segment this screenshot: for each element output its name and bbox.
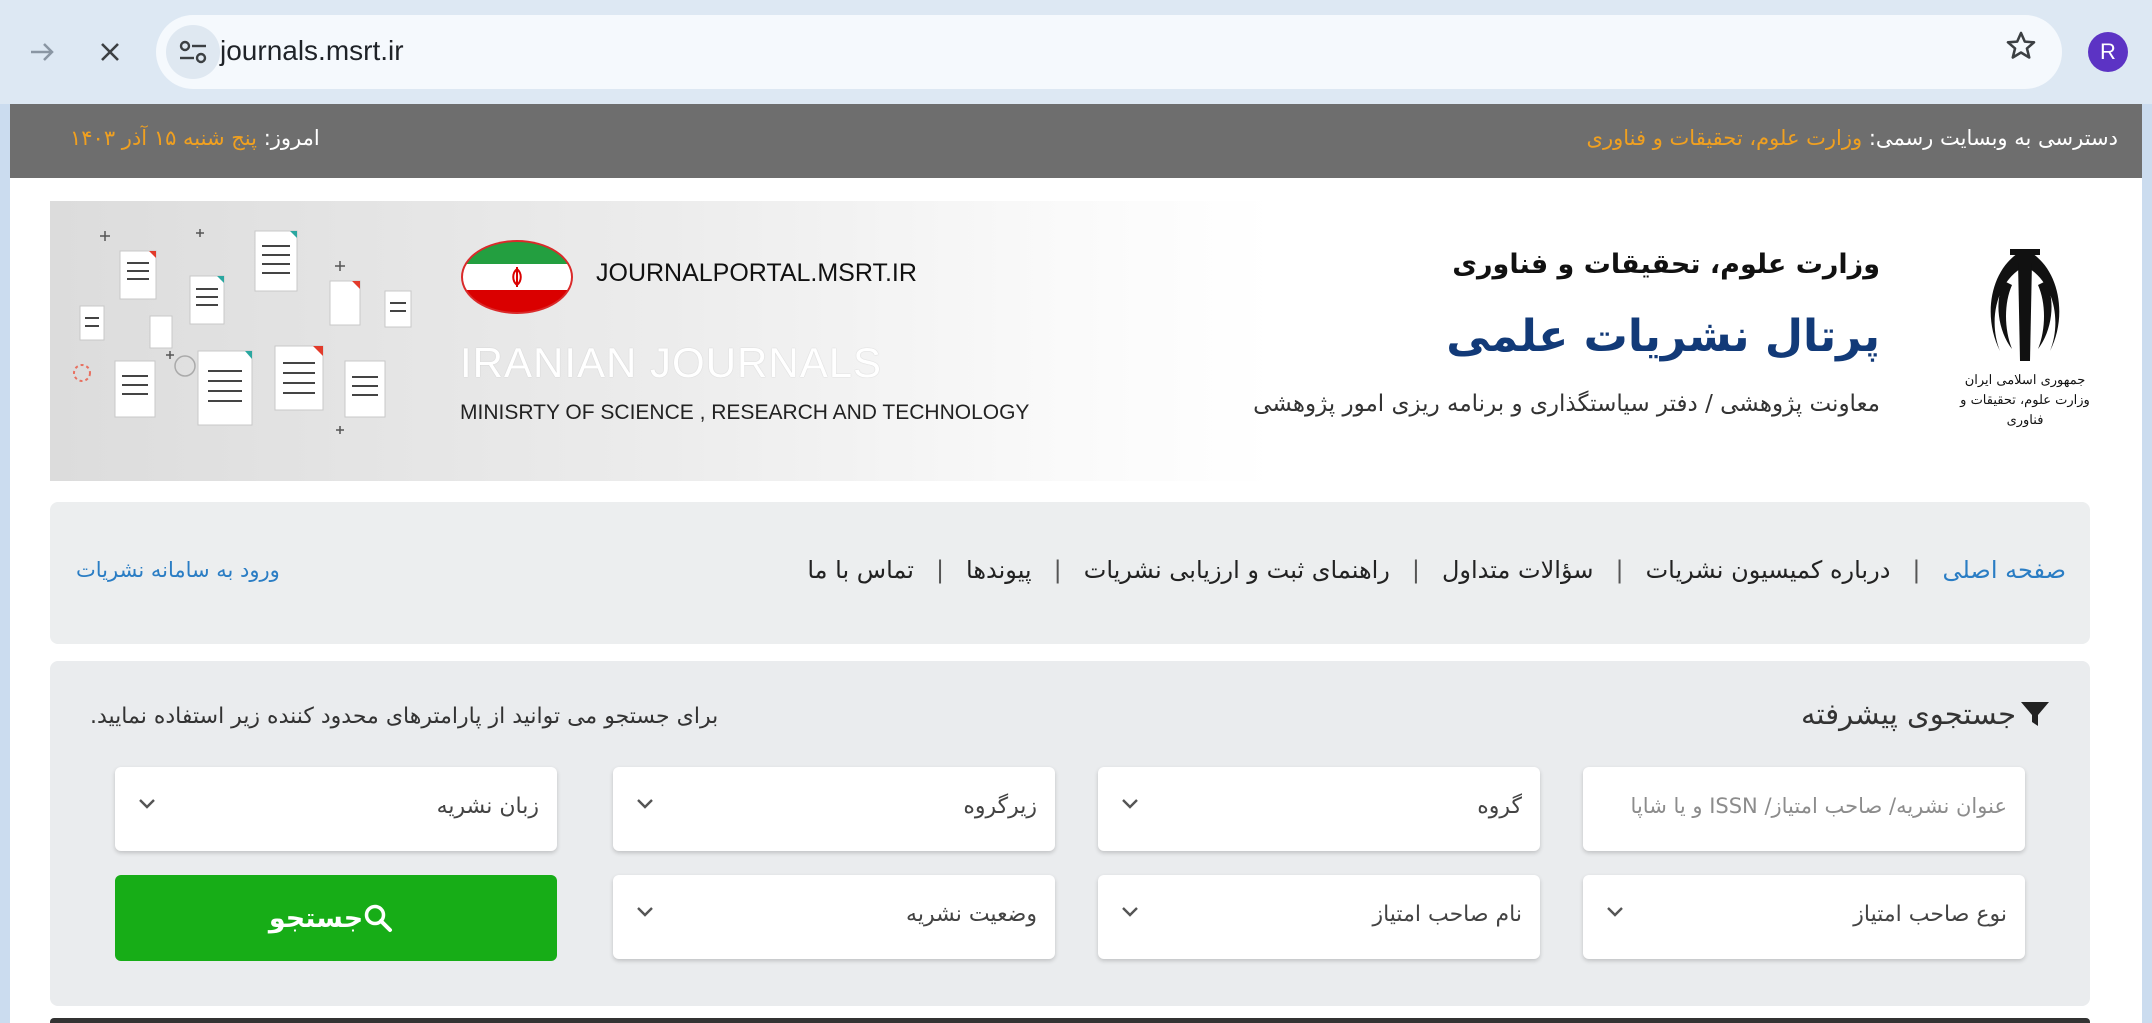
documents-illustration — [73, 229, 412, 434]
title-issn-input[interactable]: عنوان نشریه/ صاحب امتیاز/ ISSN و یا شاپا — [1583, 767, 2025, 851]
chevron-down-icon — [637, 799, 653, 809]
search-button-label: جستجو — [268, 902, 364, 934]
address-bar[interactable]: journals.msrt.ir — [156, 15, 2062, 89]
today-value: پنج شنبه ۱۵ آذر ۱۴۰۳ — [70, 126, 257, 150]
header-banner: JOURNALPORTAL.MSRT.IR IRANIAN JOURNALS M… — [50, 201, 2090, 481]
search-hint: برای جستجو می توانید از پارامترهای محدود… — [90, 704, 719, 729]
advanced-search-title[interactable]: جستجوی پیشرفته — [1801, 697, 2050, 731]
chevron-down-icon — [1122, 799, 1138, 809]
emblem-line-1: جمهوری اسلامی ایران — [1964, 373, 2086, 388]
nav-separator: | — [1053, 556, 1062, 584]
status-label: وضعیت نشریه — [906, 902, 1037, 927]
english-title: IRANIAN JOURNALS — [460, 339, 883, 386]
nav-links[interactable]: پیوندها — [966, 556, 1032, 584]
title-issn-placeholder: عنوان نشریه/ صاحب امتیاز/ ISSN و یا شاپا — [1630, 794, 2007, 818]
main-navigation: صفحه اصلی | درباره کمیسیون نشریات | سؤال… — [50, 502, 2090, 644]
advanced-search-panel: جستجوی پیشرفته برای جستجو می توانید از پ… — [50, 661, 2090, 1006]
access-label: دسترسی به وبسایت رسمی: — [1868, 126, 2118, 150]
top-info-bar: دسترسی به وبسایت رسمی: وزارت علوم، تحقیق… — [10, 104, 2142, 178]
iran-flag-icon — [461, 240, 573, 314]
status-select[interactable]: وضعیت نشریه — [613, 875, 1055, 959]
nav-faq[interactable]: سؤالات متداول — [1442, 556, 1593, 584]
emblem-caption: جمهوری اسلامی ایران وزارت علوم، تحقیقات … — [1960, 371, 2090, 431]
nav-home[interactable]: صفحه اصلی — [1942, 556, 2066, 584]
today-label: امروز: — [263, 126, 320, 150]
nav-registration-guide[interactable]: راهنمای ثبت و ارزیابی نشریات — [1084, 556, 1390, 584]
close-icon — [101, 43, 119, 61]
owner-name-select[interactable]: نام صاحب امتیاز — [1098, 875, 1540, 959]
profile-avatar[interactable]: R — [2088, 32, 2128, 72]
chevron-down-icon — [637, 907, 653, 917]
owner-type-select[interactable]: نوع صاحب امتیاز — [1583, 875, 2025, 959]
search-button[interactable]: جستجو — [115, 875, 557, 961]
nav-separator: | — [935, 556, 945, 584]
subgroup-select[interactable]: زیرگروه — [613, 767, 1055, 851]
tune-icon — [179, 40, 207, 64]
chevron-down-icon — [139, 799, 155, 809]
subgroup-label: زیرگروه — [963, 794, 1037, 819]
today-date: امروز: پنج شنبه ۱۵ آذر ۱۴۰۳ — [70, 126, 320, 150]
filter-icon — [2021, 702, 2049, 726]
nav-about-commission[interactable]: درباره کمیسیون نشریات — [1646, 556, 1891, 584]
owner-name-label: نام صاحب امتیاز — [1372, 902, 1522, 927]
chevron-down-icon — [1122, 907, 1138, 917]
owner-type-label: نوع صاحب امتیاز — [1853, 902, 2007, 927]
group-label: گروه — [1477, 794, 1522, 819]
journal-system-login-link[interactable]: ورود به سامانه نشریات — [76, 558, 280, 582]
official-site-access: دسترسی به وبسایت رسمی: وزارت علوم، تحقیق… — [1587, 126, 2118, 150]
forward-button[interactable] — [12, 22, 72, 82]
content-section-edge — [50, 1018, 2090, 1023]
group-select[interactable]: گروه — [1098, 767, 1540, 851]
stop-loading-button[interactable] — [80, 22, 140, 82]
browser-toolbar: journals.msrt.ir R — [0, 0, 2152, 104]
chevron-down-icon — [1607, 907, 1623, 917]
bookmark-star-icon[interactable] — [2004, 29, 2038, 72]
url-text[interactable]: journals.msrt.ir — [220, 35, 404, 67]
language-select[interactable]: زبان نشریه — [115, 767, 557, 851]
ministry-name: وزارت علوم، تحقیقات و فناوری — [1452, 249, 1880, 280]
search-icon — [364, 904, 393, 932]
web-page: دسترسی به وبسایت رسمی: وزارت علوم، تحقیق… — [10, 104, 2142, 1023]
nav-separator: | — [1912, 556, 1921, 584]
advanced-search-label: جستجوی پیشرفته — [1800, 697, 2016, 731]
portal-url-text: JOURNALPORTAL.MSRT.IR — [596, 259, 917, 287]
portal-title: پرتال نشریات علمی — [1446, 311, 1880, 362]
site-info-button[interactable] — [166, 25, 220, 79]
arrow-right-icon — [31, 43, 54, 61]
nav-contact[interactable]: تماس با ما — [807, 556, 914, 584]
emblem-line-2: وزارت علوم، تحقیقات و فناوری — [1960, 393, 2090, 428]
nav-separator: | — [1615, 556, 1624, 584]
deputy-subtitle: معاونت پژوهشی / دفتر سیاستگذاری و برنامه… — [1253, 391, 1880, 417]
nav-menu: صفحه اصلی | درباره کمیسیون نشریات | سؤال… — [807, 556, 2066, 584]
nav-separator: | — [1411, 556, 1420, 584]
english-subtitle: MINISRTY OF SCIENCE , RESEARCH AND TECHN… — [460, 401, 1030, 424]
language-label: زبان نشریه — [436, 794, 539, 819]
ministry-site-link[interactable]: وزارت علوم، تحقیقات و فناوری — [1587, 126, 1863, 150]
